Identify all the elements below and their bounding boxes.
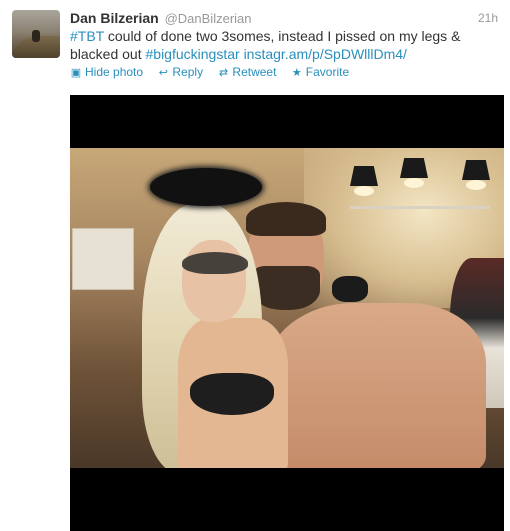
lace-mask bbox=[182, 252, 248, 274]
man-torso bbox=[266, 303, 486, 468]
embedded-photo[interactable] bbox=[70, 95, 504, 531]
photo-icon: ▣ bbox=[70, 67, 82, 79]
favorite-label: Favorite bbox=[305, 65, 350, 79]
hide-photo-label: Hide photo bbox=[85, 65, 144, 79]
lamp-glow bbox=[404, 178, 424, 188]
hashtag-tbt[interactable]: #TBT bbox=[70, 28, 104, 44]
chandelier-bar bbox=[350, 206, 490, 209]
kitchen-cabinet bbox=[72, 228, 134, 290]
lamp-glow bbox=[466, 180, 486, 190]
tweet-timestamp[interactable]: 21h bbox=[478, 9, 498, 27]
reply-label: Reply bbox=[172, 65, 204, 79]
instagram-link[interactable]: instagr.am/p/SpDWlllDm4/ bbox=[244, 46, 407, 62]
tweet-actions: ▣ Hide photo ↩ Reply ⇄ Retweet ★ Favorite bbox=[70, 64, 360, 81]
photo-scene bbox=[70, 148, 504, 468]
lamp-shade bbox=[462, 160, 490, 180]
retweet-label: Retweet bbox=[232, 65, 277, 79]
tweet: Dan Bilzerian @DanBilzerian 21h #TBT cou… bbox=[0, 0, 510, 531]
retweet-icon: ⇄ bbox=[218, 67, 229, 79]
favorite-button[interactable]: ★ Favorite bbox=[291, 64, 349, 81]
hashtag-bigfuckingstar[interactable]: #bigfuckingstar bbox=[146, 46, 240, 62]
reply-button[interactable]: ↩ Reply bbox=[157, 64, 203, 81]
avatar-figure bbox=[32, 30, 40, 42]
tweet-header: Dan Bilzerian @DanBilzerian 21h bbox=[70, 9, 502, 27]
lamp-shade bbox=[400, 158, 428, 178]
hide-photo-button[interactable]: ▣ Hide photo bbox=[70, 64, 143, 81]
author-handle[interactable]: @DanBilzerian bbox=[165, 11, 252, 26]
author-name[interactable]: Dan Bilzerian bbox=[70, 10, 159, 26]
star-icon: ★ bbox=[291, 67, 302, 79]
fingerless-glove bbox=[332, 276, 368, 302]
lamp-glow bbox=[354, 186, 374, 196]
man-beard bbox=[252, 266, 320, 310]
retweet-button[interactable]: ⇄ Retweet bbox=[217, 64, 277, 81]
avatar[interactable] bbox=[12, 10, 60, 58]
man-hair bbox=[246, 202, 326, 236]
feather-halo bbox=[150, 168, 262, 206]
lamp-shade bbox=[350, 166, 378, 186]
woman-bra bbox=[190, 373, 274, 415]
reply-icon: ↩ bbox=[158, 67, 168, 79]
tweet-text: #TBT could of done two 3somes, instead I… bbox=[70, 27, 490, 63]
